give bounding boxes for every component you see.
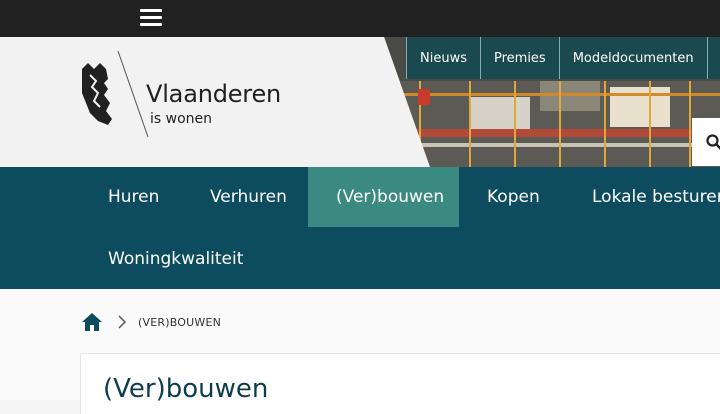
content-card: (Ver)bouwen [80,353,720,414]
breadcrumb-current: (VER)BOUWEN [138,316,221,329]
topnav-item-more[interactable]: P [708,37,720,79]
nav-item-verbouwen[interactable]: (Ver)bouwen [308,167,459,227]
search-icon [706,134,720,150]
topnav-item-nieuws[interactable]: Nieuws [406,37,481,79]
logo-subtitle: is wonen [150,111,212,127]
lion-icon [78,49,150,149]
chevron-right-icon [116,314,128,330]
nav-item-huren[interactable]: Huren [80,167,187,227]
main-content: (VER)BOUWEN (Ver)bouwen [0,289,720,400]
site-header: Vlaanderen is wonen Nieuws Premies Model… [0,37,720,167]
hamburger-menu-icon[interactable] [140,9,162,27]
logo-title: Vlaanderen [146,80,281,108]
home-icon[interactable] [81,312,103,332]
nav-item-lokale-besturen[interactable]: Lokale besturen [564,167,720,227]
topnav-item-premies[interactable]: Premies [481,37,560,79]
topnav-item-modeldocumenten[interactable]: Modeldocumenten [560,37,708,79]
search-button[interactable] [692,118,720,166]
nav-item-kopen[interactable]: Kopen [459,167,568,227]
breadcrumb: (VER)BOUWEN [81,311,221,333]
nav-item-verhuren[interactable]: Verhuren [182,167,315,227]
main-navigation: Huren Verhuren (Ver)bouwen Kopen Lokale … [0,167,720,289]
nav-item-woningkwaliteit[interactable]: Woningkwaliteit [80,229,271,289]
top-bar [0,0,720,37]
top-navigation: Nieuws Premies Modeldocumenten P [406,37,720,79]
logo[interactable]: Vlaanderen is wonen [78,49,298,149]
